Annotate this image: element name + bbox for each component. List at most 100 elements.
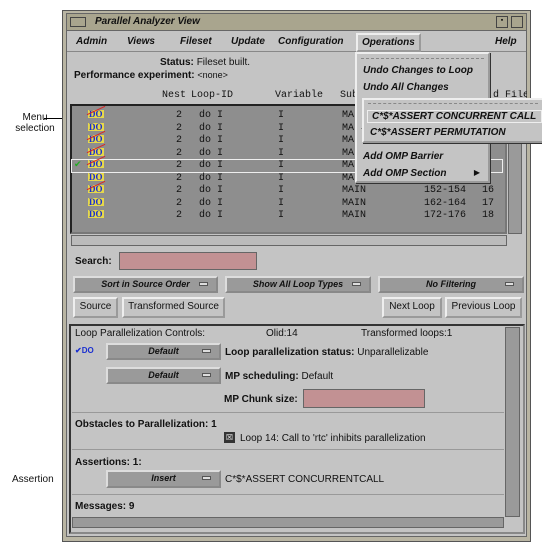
divider <box>72 412 504 413</box>
divider <box>72 449 504 450</box>
cell-loop-id: do I <box>199 135 224 146</box>
minimize-icon[interactable]: ▪ <box>496 16 508 28</box>
controls-header: Loop Parallelization Controls: <box>75 328 206 339</box>
cell-nest: 2 <box>176 122 183 134</box>
chunk-size-label: MP Chunk size: <box>224 394 298 405</box>
cell-loop-id: do I <box>199 160 224 171</box>
parallelization-status-value: Unparallelizable <box>357 347 429 358</box>
menu-update[interactable]: Update <box>231 36 265 47</box>
parallel-loop-icon: DO <box>88 121 104 132</box>
header-nest[interactable]: Nest <box>162 90 186 101</box>
cell-variable: I <box>278 210 285 221</box>
source-button[interactable]: Source <box>73 297 118 318</box>
cell-sub: MAIN <box>342 210 367 221</box>
transformed-source-button[interactable]: Transformed Source <box>122 297 225 318</box>
transformed-loops: Transformed loops:1 <box>361 328 453 339</box>
previous-loop-button[interactable]: Previous Loop <box>445 297 522 318</box>
menu-item-undo-all[interactable]: Undo All Changes <box>363 82 449 93</box>
submenu-arrow-icon: ▶ <box>473 168 480 177</box>
cell-variable: I <box>278 110 285 121</box>
cell-d: 17 <box>482 197 495 209</box>
cell-variable: I <box>278 172 285 184</box>
cell-variable: I <box>278 160 285 171</box>
cell-nest: 2 <box>176 185 183 196</box>
cell-d: 18 <box>482 210 495 221</box>
menu-bar: Admin Views Fileset Update Configuration… <box>67 32 526 52</box>
check-icon: ✔ <box>74 160 82 170</box>
messages-label: Messages: 9 <box>75 501 135 512</box>
table-row[interactable]: DO 2 do I I MAIN 172-176 18 <box>72 210 502 222</box>
cell-nest: 2 <box>176 135 183 146</box>
menu-item-undo-loop[interactable]: Undo Changes to Loop <box>363 65 473 76</box>
next-loop-button[interactable]: Next Loop <box>382 297 442 318</box>
header-variable[interactable]: Variable <box>275 90 323 101</box>
cell-lines: 162-164 <box>424 197 467 209</box>
divider <box>72 494 504 495</box>
submenu-item-assert-permutation[interactable]: C*$*ASSERT PERMUTATION <box>370 127 506 138</box>
assertion-text: C*$*ASSERT CONCURRENTCALL <box>225 474 385 485</box>
parallelization-status-label: Loop parallelization status: <box>225 347 355 358</box>
cell-loop-id: do I <box>199 172 224 184</box>
parallel-loop-icon: DO <box>88 171 104 182</box>
menu-configuration[interactable]: Configuration <box>278 36 344 47</box>
parallel-loop-icon: DO <box>88 196 104 207</box>
cell-variable: I <box>278 197 285 209</box>
scheduling-value: Default <box>301 371 334 382</box>
cell-nest: 2 <box>176 197 183 209</box>
menu-item-add-omp-barrier[interactable]: Add OMP Barrier <box>363 151 443 162</box>
controls-vscrollbar[interactable] <box>505 327 520 517</box>
sort-option-menu[interactable]: Sort in Source Order <box>73 276 218 293</box>
cell-nest: 2 <box>176 110 183 121</box>
chunk-size-input[interactable] <box>303 389 425 408</box>
cell-variable: I <box>278 135 285 146</box>
olid: Olid:14 <box>266 328 298 339</box>
window-title: Parallel Analyzer View <box>95 16 200 27</box>
scheduling-label: MP scheduling: <box>225 371 299 382</box>
status-value: Fileset built. <box>196 57 251 68</box>
cell-lines: 172-176 <box>424 210 467 221</box>
cell-sub: MAIN <box>342 185 367 196</box>
cell-d: 16 <box>482 185 495 196</box>
perf-label: Performance experiment: <box>74 70 195 81</box>
table-row[interactable]: DO 2 do I I MAIN 162-164 17 <box>72 196 502 210</box>
loop-types-option-menu[interactable]: Show All Loop Types <box>225 276 371 293</box>
maximize-icon[interactable] <box>511 16 523 28</box>
submenu-item-assert-concurrent-call[interactable]: C*$*ASSERT CONCURRENT CALL <box>367 110 542 123</box>
cell-nest: 2 <box>176 147 183 159</box>
cell-variable: I <box>278 122 285 134</box>
cell-nest: 2 <box>176 160 183 171</box>
table-hscrollbar[interactable] <box>71 235 507 246</box>
status-label: Status: <box>160 57 194 68</box>
parallelization-option-menu[interactable]: Default <box>106 343 221 360</box>
annotation-assertion: Assertion <box>12 474 54 485</box>
menu-admin[interactable]: Admin <box>76 36 107 47</box>
cell-loop-id: do I <box>199 147 224 159</box>
menu-views[interactable]: Views <box>127 36 155 47</box>
cell-variable: I <box>278 185 285 196</box>
window-menu-icon[interactable] <box>70 17 86 27</box>
parallel-loop-icon: DO <box>88 209 104 219</box>
search-label: Search: <box>75 256 112 267</box>
cell-loop-id: do I <box>199 185 224 196</box>
cell-sub: MAIN <box>342 197 367 209</box>
controls-hscrollbar[interactable] <box>72 517 504 528</box>
title-bar[interactable]: Parallel Analyzer View <box>67 14 526 31</box>
header-loop-id[interactable]: Loop-ID <box>191 90 233 101</box>
table-row[interactable]: DO 2 do I I MAIN 152-154 16 <box>72 180 502 197</box>
cell-loop-id: do I <box>199 110 224 121</box>
menu-fileset[interactable]: Fileset <box>180 36 212 47</box>
cell-variable: I <box>278 147 285 159</box>
menu-operations[interactable]: Operations <box>356 33 421 52</box>
loop-status-icon: ✔DO <box>75 346 94 355</box>
cell-nest: 2 <box>176 172 183 184</box>
obstacle-message[interactable]: Loop 14: Call to 'rtc' inhibits parallel… <box>240 433 426 444</box>
cell-loop-id: do I <box>199 122 224 134</box>
obstacle-icon[interactable]: ☒ <box>224 432 235 443</box>
menu-help[interactable]: Help <box>495 36 517 47</box>
insert-option-menu[interactable]: Insert <box>106 470 221 488</box>
search-input[interactable] <box>119 252 257 270</box>
menu-item-add-omp-section[interactable]: Add OMP Section <box>363 168 447 179</box>
filtering-option-menu[interactable]: No Filtering <box>378 276 524 293</box>
scheduling-option-menu[interactable]: Default <box>106 367 221 384</box>
cell-nest: 2 <box>176 210 183 221</box>
